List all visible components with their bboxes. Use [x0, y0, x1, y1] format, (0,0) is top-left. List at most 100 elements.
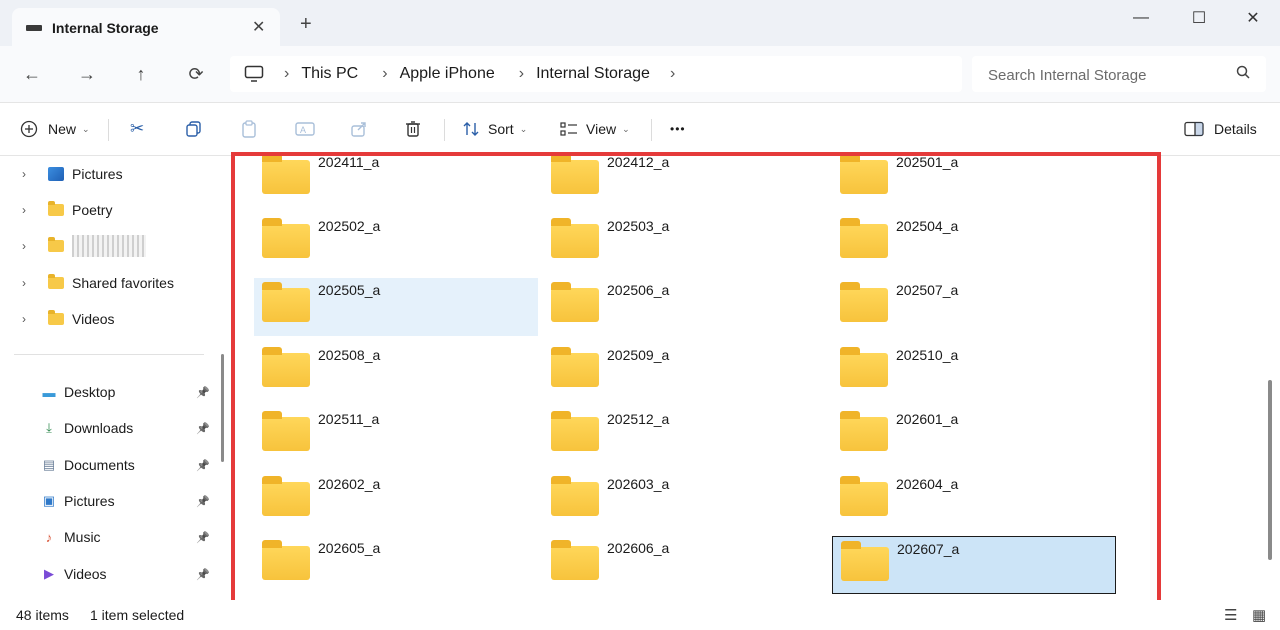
folder-item[interactable]: 202511_a	[254, 407, 538, 465]
more-options-button[interactable]: •••	[670, 115, 686, 143]
maximize-button[interactable]: ☐	[1176, 8, 1222, 28]
cut-button[interactable]: ✂	[130, 115, 144, 143]
folder-icon	[262, 218, 310, 258]
search-icon	[1236, 65, 1250, 79]
search-input[interactable]	[972, 56, 1240, 94]
folder-item[interactable]: 202602_a	[254, 472, 538, 530]
search-box[interactable]	[972, 56, 1266, 94]
folder-icon	[840, 282, 888, 322]
folder-item[interactable]: 202604_a	[832, 472, 1116, 530]
new-button[interactable]: New ⌄	[20, 115, 90, 143]
breadcrumb-expand-chevron[interactable]: ›	[670, 65, 675, 83]
expand-chevron-icon[interactable]: ›	[22, 312, 36, 326]
details-button[interactable]: Details	[1184, 115, 1257, 143]
forward-button[interactable]: →	[73, 60, 101, 88]
computer-icon	[244, 65, 264, 82]
pictures-icon	[48, 167, 64, 181]
folder-name: 202511_a	[318, 411, 380, 427]
quick-access-item[interactable]: ▣ Pictures 📌	[0, 486, 216, 516]
folder-item[interactable]: 202412_a	[543, 156, 827, 208]
rename-button[interactable]: A	[295, 115, 315, 143]
navigation-bar: ← → ↑ ⟳ › This PC › Apple iPhone › Inter…	[0, 46, 1280, 103]
new-label: New	[48, 121, 77, 137]
folder-item[interactable]: 202505_a	[254, 278, 538, 336]
folder-item[interactable]: 202501_a	[832, 156, 1116, 208]
pin-icon[interactable]: 📌	[196, 386, 210, 399]
folder-item[interactable]: 202607_a	[832, 536, 1116, 594]
expand-chevron-icon[interactable]: ›	[22, 203, 36, 217]
folder-item[interactable]: 202504_a	[832, 214, 1116, 272]
breadcrumb-separator: ›	[382, 65, 388, 82]
folder-name: 202505_a	[318, 282, 381, 298]
sidebar-scrollbar[interactable]	[221, 354, 224, 462]
address-bar[interactable]: › This PC › Apple iPhone › Internal Stor…	[230, 56, 962, 92]
pin-icon[interactable]: 📌	[196, 531, 210, 544]
view-label: View	[586, 121, 617, 137]
share-button[interactable]	[350, 115, 368, 143]
minimize-button[interactable]: —	[1118, 8, 1164, 28]
sidebar-tree-item[interactable]: › Pictures	[0, 159, 210, 189]
quick-access-item[interactable]: ♪ Music 📌	[0, 522, 216, 552]
folder-icon	[48, 310, 64, 325]
tab-internal-storage[interactable]: Internal Storage ✕	[12, 8, 280, 46]
folder-name: 202508_a	[318, 347, 381, 363]
pin-icon[interactable]: 📌	[196, 495, 210, 508]
sort-button[interactable]: Sort ⌄	[462, 115, 527, 143]
folder-icon	[262, 156, 310, 194]
sidebar-tree-item[interactable]: › Videos	[0, 304, 210, 334]
folder-item[interactable]: 202503_a	[543, 214, 827, 272]
sidebar-tree-item[interactable]: › Shared favorites	[0, 268, 210, 298]
expand-chevron-icon[interactable]: ›	[22, 276, 36, 290]
folder-item[interactable]: 202605_a	[254, 536, 538, 594]
breadcrumb-this-pc[interactable]: This PC	[301, 65, 358, 83]
close-tab-icon[interactable]: ✕	[252, 17, 265, 37]
quick-access-item[interactable]: ▤ Documents 📌	[0, 450, 216, 480]
pin-icon[interactable]: 📌	[196, 459, 210, 472]
expand-chevron-icon[interactable]: ›	[22, 167, 36, 181]
folder-item[interactable]: 202506_a	[543, 278, 827, 336]
folder-item[interactable]: 202601_a	[832, 407, 1116, 465]
folder-item[interactable]: 202510_a	[832, 343, 1116, 401]
folder-item[interactable]: 202512_a	[543, 407, 827, 465]
quick-access-item[interactable]: ⤓ Downloads 📌	[0, 413, 216, 443]
new-tab-button[interactable]: +	[300, 14, 312, 34]
sidebar-tree-item[interactable]: ›	[0, 231, 210, 261]
drive-icon	[26, 25, 42, 31]
pin-icon[interactable]: 📌	[196, 568, 210, 581]
folder-item[interactable]: 202603_a	[543, 472, 827, 530]
plus-circle-icon	[20, 120, 38, 138]
quick-access-item[interactable]: ▶ Videos 📌	[0, 559, 216, 589]
paste-button[interactable]	[240, 115, 258, 143]
content-scrollbar[interactable]	[1268, 380, 1272, 560]
folder-item[interactable]: 202411_a	[254, 156, 538, 208]
folder-icon	[551, 218, 599, 258]
view-button[interactable]: View ⌄	[560, 115, 630, 143]
back-button[interactable]: ←	[18, 60, 46, 88]
folder-icon	[551, 411, 599, 451]
pin-icon[interactable]: 📌	[196, 422, 210, 435]
up-button[interactable]: ↑	[127, 60, 155, 88]
copy-icon	[186, 121, 201, 137]
sidebar-tree-item[interactable]: › Poetry	[0, 195, 210, 225]
breadcrumb-apple-iphone[interactable]: Apple iPhone	[400, 65, 495, 83]
folder-name: 202502_a	[318, 218, 381, 234]
folder-item[interactable]: 202502_a	[254, 214, 538, 272]
folder-item[interactable]: 202606_a	[543, 536, 827, 594]
delete-button[interactable]	[404, 115, 422, 143]
tiles-view-icon[interactable]: ▦	[1252, 606, 1266, 624]
rename-icon: A	[295, 122, 315, 136]
folder-item[interactable]: 202509_a	[543, 343, 827, 401]
folder-item[interactable]: 202507_a	[832, 278, 1116, 336]
toolbar-divider	[108, 119, 109, 141]
folder-icon	[551, 156, 599, 194]
expand-chevron-icon[interactable]: ›	[22, 239, 36, 253]
refresh-button[interactable]: ⟳	[182, 60, 210, 88]
sidebar-item-label: Shared favorites	[72, 275, 174, 291]
folder-item[interactable]: 202508_a	[254, 343, 538, 401]
copy-button[interactable]	[185, 115, 203, 143]
breadcrumb-internal-storage[interactable]: Internal Storage	[536, 65, 650, 83]
quick-access-item[interactable]: ▬ Desktop 📌	[0, 377, 216, 407]
close-window-button[interactable]: ✕	[1230, 8, 1276, 28]
folder-icon	[551, 347, 599, 387]
details-view-icon[interactable]: ☰	[1224, 606, 1237, 624]
